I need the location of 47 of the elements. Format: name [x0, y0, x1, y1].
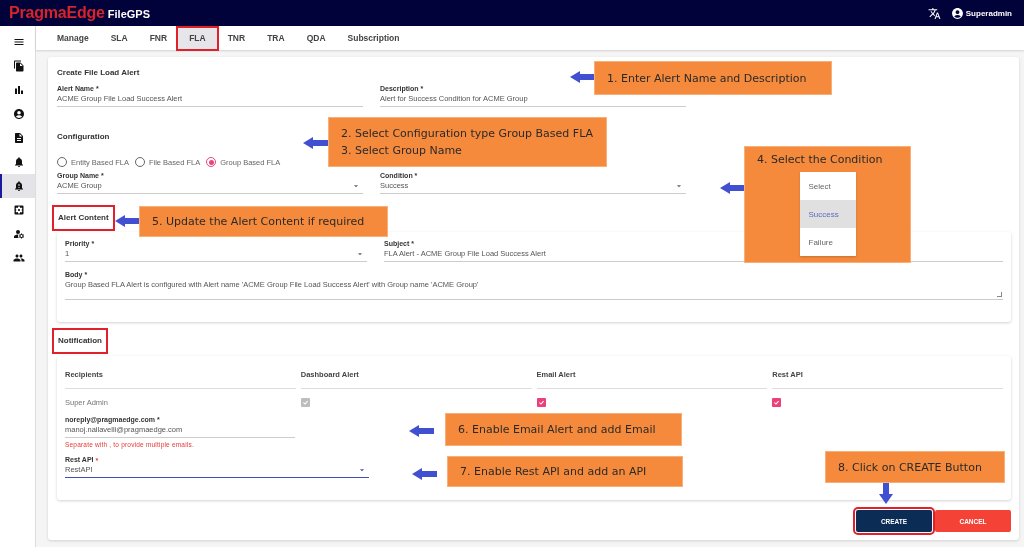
account-icon[interactable]: [950, 6, 964, 20]
pointer-arrow: [303, 137, 328, 149]
menu-option[interactable]: Select: [799, 172, 856, 200]
tab[interactable]: QDA: [295, 27, 337, 49]
callout-text: 1. Enter Alert Name and Description: [607, 70, 808, 87]
menu-option[interactable]: Failure: [799, 228, 856, 256]
pointer-arrow: [412, 468, 437, 480]
bar-chart-icon: [12, 84, 25, 96]
callout-text: 7. Enable Rest API and add an API: [460, 464, 648, 480]
tab[interactable]: TNR: [216, 27, 257, 49]
checkbox[interactable]: [772, 397, 782, 407]
section-title: Notification: [52, 328, 108, 354]
translate-icon[interactable]: [927, 6, 941, 20]
user-name[interactable]: Superadmin: [965, 8, 1012, 18]
tab[interactable]: Subscription: [336, 27, 411, 49]
sidebar-item[interactable]: [0, 174, 35, 198]
callout-text: 8. Click on CREATE Button: [838, 459, 983, 476]
callout-text: 2. Select Configuration type Group Based FLA: [341, 126, 594, 142]
brand-logo: PragmaEdge: [9, 4, 105, 22]
account-icon: [12, 108, 25, 120]
pointer-arrow: [409, 425, 434, 437]
tab[interactable]: SLA: [99, 27, 139, 49]
people-icon: [12, 252, 25, 264]
document-icon: [12, 132, 25, 144]
bell-icon: [12, 156, 25, 168]
pointer-arrow: [879, 483, 893, 504]
settings-icon: [12, 204, 25, 216]
bell-alert-icon: [12, 180, 25, 192]
callout-text: 5. Update the Alert Content if required: [152, 214, 366, 230]
tab[interactable]: FNR: [138, 27, 179, 49]
section-title: Alert Content: [52, 205, 115, 231]
checkbox[interactable]: [536, 397, 546, 407]
callout-text: 3. Select Group Name: [341, 143, 463, 159]
tab[interactable]: Manage: [46, 27, 100, 49]
user-gear-icon: [12, 228, 25, 240]
pointer-arrow: [570, 71, 595, 83]
files-icon: [12, 60, 25, 72]
callout-text: 6. Enable Email Alert and add Email: [458, 422, 657, 438]
menu-option[interactable]: Success: [799, 200, 856, 228]
product-name: FileGPS: [107, 8, 150, 20]
form-title: Create File Load Alert: [57, 67, 140, 79]
section-title: Configuration: [57, 131, 110, 143]
callout-text: 4. Select the Condition: [757, 152, 884, 168]
tab[interactable]: TRA: [256, 27, 296, 49]
tab[interactable]: FLA: [178, 27, 217, 49]
pointer-arrow: [720, 182, 745, 194]
pointer-arrow: [115, 215, 140, 227]
